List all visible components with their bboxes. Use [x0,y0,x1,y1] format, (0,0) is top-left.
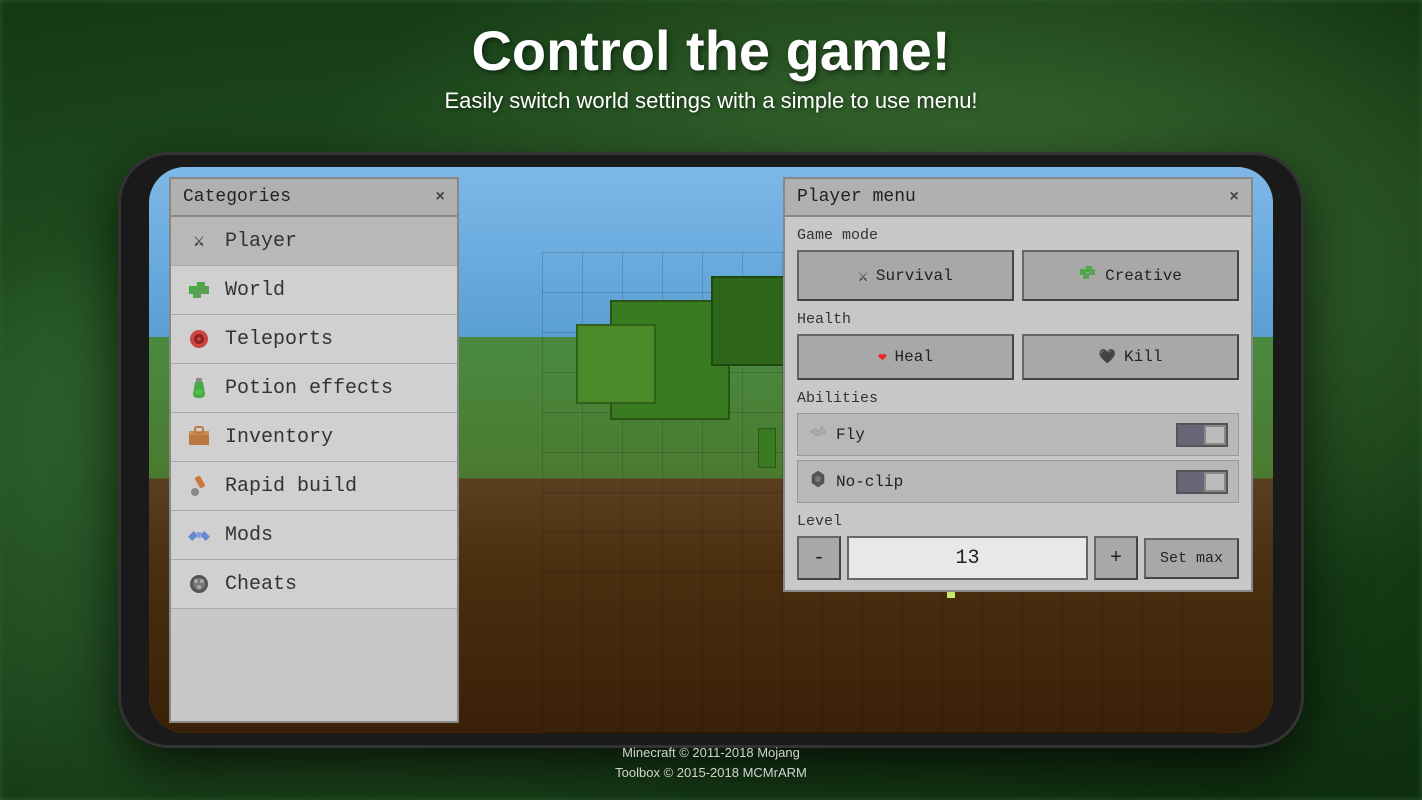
noclip-ability-row: No-clip [797,460,1239,503]
player-panel-close-btn[interactable]: × [1229,188,1239,206]
phone-screen: Categories × ⚔ Player World [149,167,1273,733]
cheats-icon [185,570,213,598]
category-item-world[interactable]: World [171,266,457,315]
category-label-potion: Potion effects [225,377,393,400]
category-label-rapid-build: Rapid build [225,475,357,498]
sub-title: Easily switch world settings with a simp… [0,88,1422,114]
categories-close-btn[interactable]: × [435,188,445,206]
level-section: - 13 + Set max [797,536,1239,580]
category-item-rapid-build[interactable]: Rapid build [171,462,457,511]
categories-panel: Categories × ⚔ Player World [169,177,459,723]
creative-button[interactable]: Creative [1022,250,1239,301]
phone-frame: Categories × ⚔ Player World [121,155,1301,745]
rapid-build-icon [185,472,213,500]
health-row: ❤ Heal 🖤 Kill [797,334,1239,380]
category-label-inventory: Inventory [225,426,333,449]
category-item-mods[interactable]: Mods [171,511,457,560]
fly-ability-row: Fly [797,413,1239,456]
abilities-section: Fly No-clip [797,413,1239,503]
inventory-icon [185,423,213,451]
level-plus-button[interactable]: + [1094,536,1138,580]
kill-label: Kill [1124,348,1162,366]
categories-header: Categories × [171,179,457,217]
level-label: Level [797,513,1239,530]
heal-button[interactable]: ❤ Heal [797,334,1014,380]
potion-effects-icon [185,374,213,402]
category-item-teleports[interactable]: Teleports [171,315,457,364]
category-item-potion-effects[interactable]: Potion effects [171,364,457,413]
creative-label: Creative [1105,267,1182,285]
creative-icon [1079,264,1097,287]
leaf-block-3 [576,324,656,404]
kill-button[interactable]: 🖤 Kill [1022,334,1239,380]
noclip-toggle[interactable] [1176,470,1228,494]
cactus-arm-l [758,428,776,468]
noclip-ability-label: No-clip [808,469,903,494]
category-label-teleports: Teleports [225,328,333,351]
category-label-world: World [225,279,285,302]
abilities-label: Abilities [797,390,1239,407]
teleports-icon [185,325,213,353]
fly-toggle-thumb [1204,425,1226,445]
category-label-player: Player [225,230,297,253]
categories-title: Categories [183,187,291,207]
category-item-inventory[interactable]: Inventory [171,413,457,462]
main-title: Control the game! [0,20,1422,82]
heart-icon: ❤ [878,349,886,366]
heading-area: Control the game! Easily switch world se… [0,20,1422,114]
player-panel: Player menu × Game mode ⚔ Survival [783,177,1253,592]
fly-text: Fly [836,426,865,444]
health-label: Health [797,311,1239,328]
fly-ability-label: Fly [808,422,865,447]
category-label-mods: Mods [225,524,273,547]
category-item-player[interactable]: ⚔ Player [171,217,457,266]
world-icon [185,276,213,304]
level-value: 13 [847,536,1088,580]
player-panel-header: Player menu × [785,179,1251,217]
player-icon: ⚔ [185,227,213,255]
fly-icon [808,422,828,447]
fly-toggle[interactable] [1176,423,1228,447]
footer-line2: Toolbox © 2015-2018 MCMrARM [0,763,1422,783]
level-minus-button[interactable]: - [797,536,841,580]
level-row: - 13 + Set max [797,536,1239,580]
footer-line1: Minecraft © 2011-2018 Mojang [0,743,1422,763]
game-mode-label: Game mode [797,227,1239,244]
set-max-button[interactable]: Set max [1144,538,1239,579]
mods-icon [185,521,213,549]
survival-icon: ⚔ [858,266,868,286]
game-mode-row: ⚔ Survival Creative [797,250,1239,301]
survival-label: Survival [876,267,953,285]
noclip-text: No-clip [836,473,903,491]
noclip-icon [808,469,828,494]
noclip-toggle-thumb [1204,472,1226,492]
survival-button[interactable]: ⚔ Survival [797,250,1014,301]
footer: Minecraft © 2011-2018 Mojang Toolbox © 2… [0,743,1422,782]
category-item-cheats[interactable]: Cheats [171,560,457,609]
heal-label: Heal [895,348,933,366]
dark-heart-icon: 🖤 [1099,349,1116,366]
category-label-cheats: Cheats [225,573,297,596]
player-panel-title: Player menu [797,187,916,207]
